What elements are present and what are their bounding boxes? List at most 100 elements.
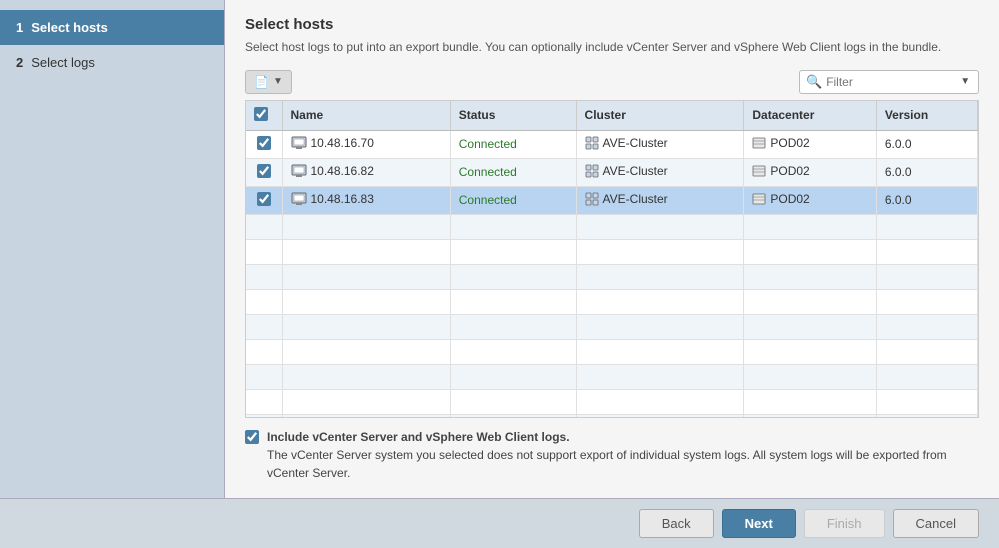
empty-cell xyxy=(450,314,576,339)
host-icon xyxy=(291,136,307,150)
table-row-empty xyxy=(246,314,978,339)
empty-cell xyxy=(576,414,744,418)
sidebar-item-select-logs[interactable]: 2 Select logs xyxy=(0,45,224,80)
back-button[interactable]: Back xyxy=(639,509,714,538)
empty-cell xyxy=(246,389,282,414)
sidebar-item-number-1: 1 xyxy=(16,20,23,35)
empty-cell xyxy=(744,264,876,289)
empty-cell xyxy=(744,389,876,414)
row-status: Connected xyxy=(450,186,576,214)
filter-chevron-icon: ▼ xyxy=(960,76,970,87)
table-row-empty xyxy=(246,364,978,389)
col-version: Version xyxy=(876,101,977,131)
cancel-button[interactable]: Cancel xyxy=(893,509,979,538)
empty-cell xyxy=(246,314,282,339)
empty-cell xyxy=(450,389,576,414)
row-checkbox[interactable] xyxy=(257,164,271,178)
table-toolbar: 📄 ▼ 🔍 ▼ xyxy=(245,70,979,94)
next-button[interactable]: Next xyxy=(722,509,796,538)
row-checkbox[interactable] xyxy=(257,192,271,206)
empty-cell xyxy=(246,414,282,418)
wizard-sidebar: 1 Select hosts 2 Select logs xyxy=(0,0,225,498)
empty-cell xyxy=(246,289,282,314)
empty-cell xyxy=(876,314,977,339)
datacenter-icon xyxy=(752,136,766,150)
search-icon: 🔍 xyxy=(806,74,822,90)
finish-button: Finish xyxy=(804,509,885,538)
empty-cell xyxy=(744,364,876,389)
empty-cell xyxy=(876,364,977,389)
empty-cell xyxy=(246,239,282,264)
sidebar-item-select-hosts[interactable]: 1 Select hosts xyxy=(0,10,224,45)
cluster-icon xyxy=(585,192,599,206)
chevron-down-icon: ▼ xyxy=(273,76,283,87)
empty-cell xyxy=(576,339,744,364)
row-cluster: AVE-Cluster xyxy=(576,130,744,158)
row-name: 10.48.16.82 xyxy=(282,158,450,186)
cluster-icon xyxy=(585,164,599,178)
row-status: Connected xyxy=(450,130,576,158)
empty-cell xyxy=(246,214,282,239)
table-row-empty xyxy=(246,389,978,414)
empty-cell xyxy=(282,414,450,418)
sidebar-item-number-2: 2 xyxy=(16,55,23,70)
filter-input[interactable] xyxy=(826,75,956,89)
empty-cell xyxy=(744,314,876,339)
empty-cell xyxy=(576,314,744,339)
row-version: 6.0.0 xyxy=(876,186,977,214)
empty-cell xyxy=(744,339,876,364)
table-row[interactable]: 10.48.16.82ConnectedAVE-ClusterPOD026.0.… xyxy=(246,158,978,186)
export-icon: 📄 xyxy=(254,75,269,89)
row-checkbox-cell xyxy=(246,186,282,214)
col-name: Name xyxy=(282,101,450,131)
row-datacenter: POD02 xyxy=(744,130,876,158)
page-title: Select hosts xyxy=(245,16,979,33)
empty-cell xyxy=(576,289,744,314)
empty-cell xyxy=(576,389,744,414)
row-checkbox-cell xyxy=(246,158,282,186)
empty-cell xyxy=(282,339,450,364)
empty-cell xyxy=(744,289,876,314)
row-checkbox[interactable] xyxy=(257,136,271,150)
col-checkbox xyxy=(246,101,282,131)
include-vcenter-checkbox[interactable] xyxy=(245,430,259,444)
include-vcenter-label: Include vCenter Server and vSphere Web C… xyxy=(267,430,570,444)
table-row[interactable]: 10.48.16.70ConnectedAVE-ClusterPOD026.0.… xyxy=(246,130,978,158)
row-status: Connected xyxy=(450,158,576,186)
row-name: 10.48.16.70 xyxy=(282,130,450,158)
table-row-empty xyxy=(246,339,978,364)
row-version: 6.0.0 xyxy=(876,158,977,186)
select-all-checkbox[interactable] xyxy=(254,107,268,121)
empty-cell xyxy=(450,264,576,289)
table-row-empty xyxy=(246,214,978,239)
col-status: Status xyxy=(450,101,576,131)
empty-cell xyxy=(876,239,977,264)
empty-cell xyxy=(876,389,977,414)
host-icon xyxy=(291,164,307,178)
include-vcenter-detail: The vCenter Server system you selected d… xyxy=(267,448,947,480)
row-cluster: AVE-Cluster xyxy=(576,158,744,186)
row-checkbox-cell xyxy=(246,130,282,158)
empty-cell xyxy=(282,364,450,389)
datacenter-icon xyxy=(752,164,766,178)
content-area: Select hosts Select host logs to put int… xyxy=(225,0,999,498)
datacenter-icon xyxy=(752,192,766,206)
export-button[interactable]: 📄 ▼ xyxy=(245,70,292,94)
row-version: 6.0.0 xyxy=(876,130,977,158)
table-row[interactable]: 10.48.16.83ConnectedAVE-ClusterPOD026.0.… xyxy=(246,186,978,214)
empty-cell xyxy=(876,289,977,314)
cluster-icon xyxy=(585,136,599,150)
empty-cell xyxy=(744,414,876,418)
table-row-empty xyxy=(246,414,978,418)
empty-cell xyxy=(576,264,744,289)
empty-cell xyxy=(282,389,450,414)
hosts-table-container: Name Status Cluster Datacenter Version 1… xyxy=(245,100,979,418)
empty-cell xyxy=(744,239,876,264)
col-datacenter: Datacenter xyxy=(744,101,876,131)
empty-cell xyxy=(876,264,977,289)
hosts-table: Name Status Cluster Datacenter Version 1… xyxy=(246,101,978,418)
table-row-empty xyxy=(246,264,978,289)
empty-cell xyxy=(282,314,450,339)
empty-cell xyxy=(576,364,744,389)
row-datacenter: POD02 xyxy=(744,186,876,214)
